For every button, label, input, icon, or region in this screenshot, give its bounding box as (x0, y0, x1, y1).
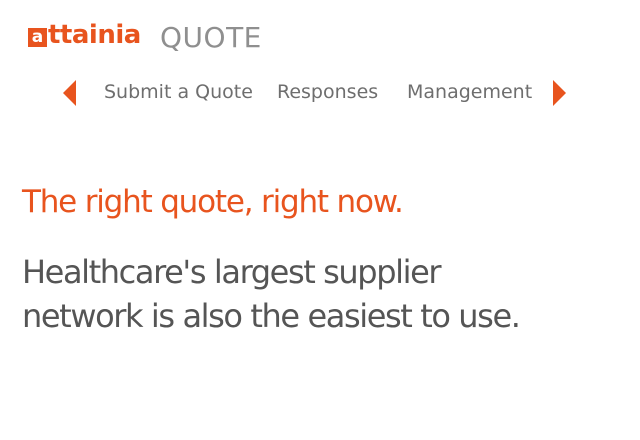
triangle-right-icon (553, 80, 566, 106)
logo-mark: a (28, 28, 47, 47)
hero-tagline: Healthcare's largest supplier network is… (22, 250, 622, 338)
attainia-logo[interactable]: a ttainia (28, 20, 141, 50)
hero-tagline-line-2: network is also the easiest to use. (22, 297, 521, 335)
nav-item-responses[interactable]: Responses (277, 76, 378, 108)
next-arrow-button[interactable] (552, 80, 566, 106)
triangle-left-icon (63, 80, 76, 106)
logo-wordmark: ttainia (48, 20, 141, 50)
page: a ttainia QUOTE Submit a Quote Responses… (0, 0, 640, 440)
hero-headline: The right quote, right now. (22, 184, 404, 220)
hero-tagline-line-1: Healthcare's largest supplier (22, 253, 442, 291)
nav-carousel: Submit a Quote Responses Management (60, 76, 580, 110)
prev-arrow-button[interactable] (63, 80, 77, 106)
product-name: QUOTE (160, 21, 262, 54)
nav-item-management[interactable]: Management (407, 76, 532, 108)
nav-item-submit-a-quote[interactable]: Submit a Quote (104, 76, 253, 108)
